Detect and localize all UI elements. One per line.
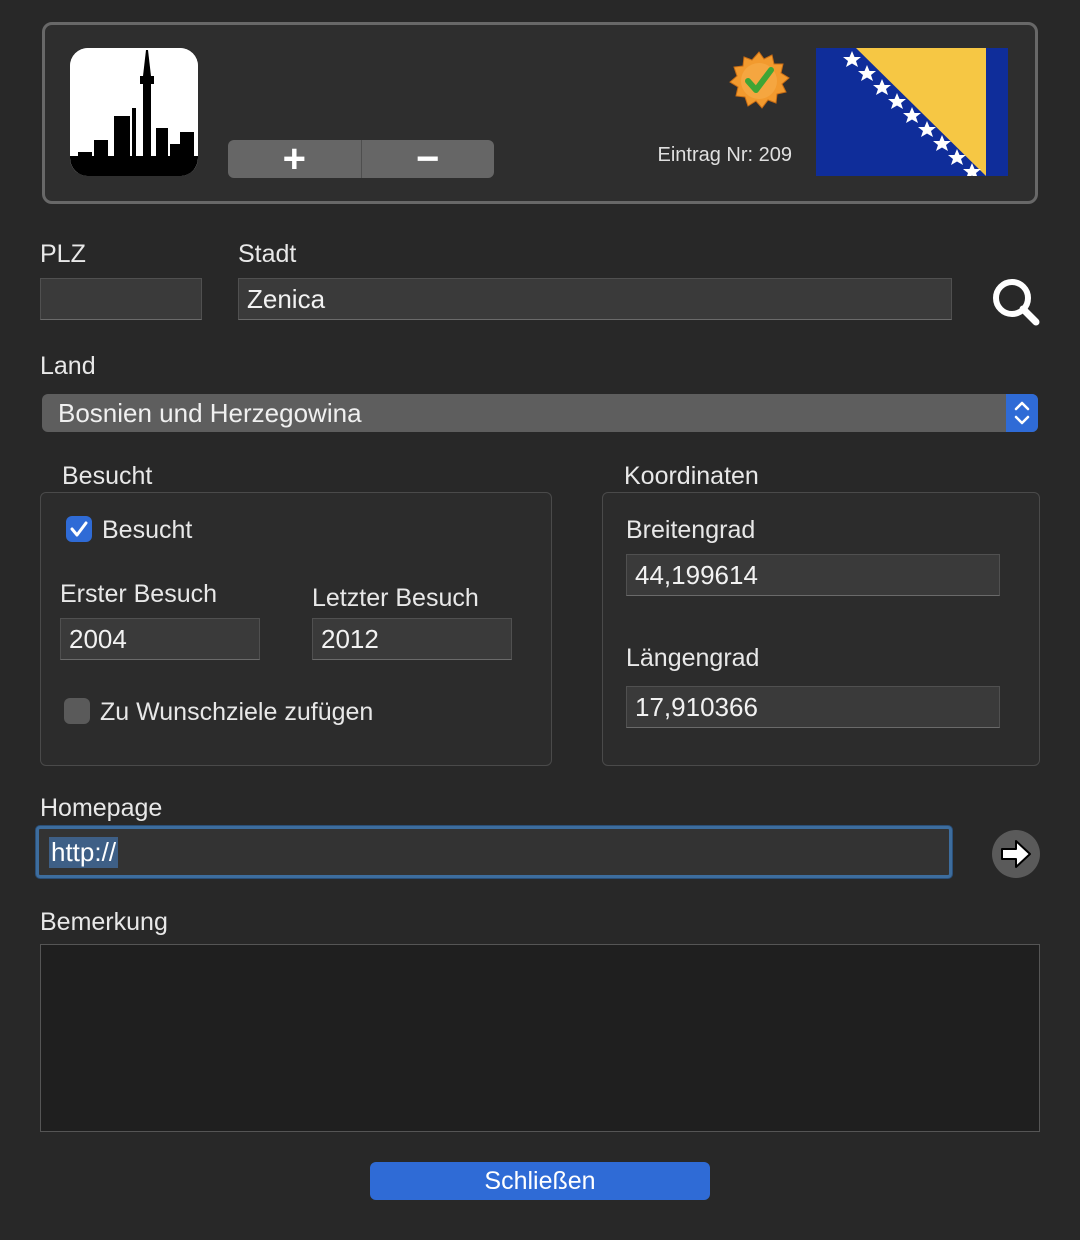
last-visit-label: Letzter Besuch: [312, 584, 479, 612]
last-visit-input[interactable]: 2012: [312, 618, 512, 660]
add-button[interactable]: +: [228, 140, 361, 178]
entry-number: Eintrag Nr: 209: [657, 144, 792, 166]
bosnia-flag-icon: [816, 48, 1008, 179]
remove-button[interactable]: −: [360, 140, 495, 178]
plz-label: PLZ: [40, 240, 86, 268]
stadt-input[interactable]: Zenica: [238, 278, 952, 320]
besucht-checkbox[interactable]: [66, 516, 92, 542]
arrow-right-icon[interactable]: [992, 830, 1040, 878]
latitude-input[interactable]: 44,199614: [626, 554, 1000, 596]
wishlist-checkbox-label: Zu Wunschziele zufügen: [100, 698, 374, 726]
homepage-input-value: http://: [49, 836, 119, 868]
search-icon[interactable]: [988, 276, 1042, 326]
land-label: Land: [40, 352, 96, 380]
land-select-value: Bosnien und Herzegowina: [58, 397, 362, 428]
homepage-input[interactable]: http://: [36, 826, 952, 878]
stadt-label: Stadt: [238, 240, 297, 268]
plz-input[interactable]: [40, 278, 202, 320]
wishlist-checkbox[interactable]: [64, 698, 90, 724]
city-skyline-icon: [70, 48, 198, 176]
land-select[interactable]: Bosnien und Herzegowina: [42, 394, 1038, 432]
besucht-group-title: Besucht: [62, 462, 153, 490]
first-visit-input[interactable]: 2004: [60, 618, 260, 660]
besucht-checkbox-label: Besucht: [102, 516, 193, 544]
chevron-updown-icon[interactable]: [1006, 394, 1038, 432]
longitude-label: Längengrad: [626, 644, 760, 672]
koordinaten-group-title: Koordinaten: [624, 462, 759, 490]
close-button[interactable]: Schließen: [370, 1162, 710, 1200]
bemerkung-textarea[interactable]: [40, 944, 1040, 1132]
latitude-label: Breitengrad: [626, 516, 756, 544]
homepage-label: Homepage: [40, 794, 163, 822]
verified-badge-icon: [728, 50, 790, 112]
bemerkung-label: Bemerkung: [40, 908, 168, 936]
longitude-input[interactable]: 17,910366: [626, 686, 1000, 728]
add-remove-stepper: + −: [228, 140, 494, 178]
first-visit-label: Erster Besuch: [60, 580, 218, 608]
